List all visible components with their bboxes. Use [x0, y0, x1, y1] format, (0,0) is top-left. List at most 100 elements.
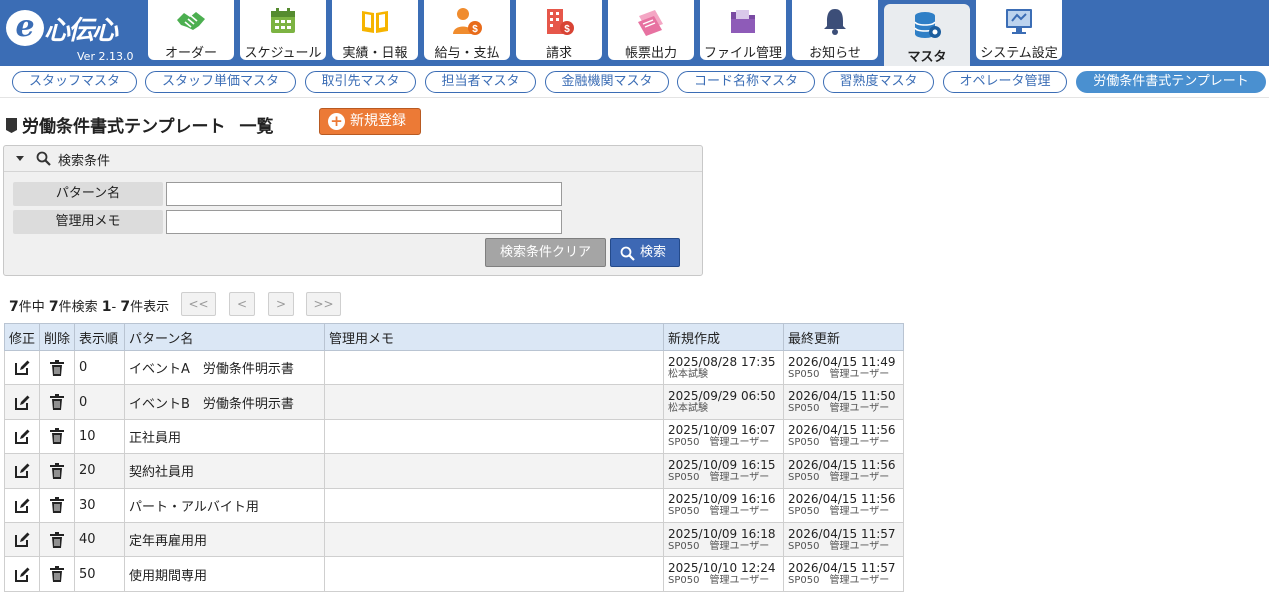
edit-button[interactable]: [4, 487, 40, 523]
created-by: SP050 管理ユーザー: [668, 575, 770, 587]
search-button-label: 検索: [640, 245, 667, 260]
edit-icon: [5, 463, 39, 479]
tab-label: 帳票出力: [624, 46, 677, 61]
row-memo: [324, 487, 664, 523]
updated-by: SP050 管理ユーザー: [788, 506, 890, 518]
row-memo: [324, 556, 664, 592]
tab-billing[interactable]: $ 請求: [516, 0, 602, 61]
tab-label: 請求: [545, 46, 572, 61]
app-logo[interactable]: e 心伝心 Ver 2.13.0: [4, 4, 144, 64]
pager-prev-button[interactable]: <: [229, 292, 255, 316]
tab-reports[interactable]: 帳票出力: [608, 0, 694, 61]
delete-button[interactable]: [39, 418, 75, 455]
col-updated[interactable]: 最終更新: [783, 323, 904, 351]
row-memo: [324, 521, 664, 558]
updated-by: SP050 管理ユーザー: [788, 368, 890, 380]
row-pattern-name: 定年再雇用用: [124, 521, 325, 558]
created-by: SP050 管理ユーザー: [668, 540, 770, 552]
search-panel-header[interactable]: 検索条件: [4, 146, 702, 172]
row-created: 2025/09/29 06:50 松本試験: [663, 384, 784, 420]
new-register-button[interactable]: + 新規登録: [319, 108, 421, 135]
tab-schedule[interactable]: スケジュール: [240, 0, 326, 61]
folder-icon: [731, 10, 755, 33]
delete-button[interactable]: [39, 384, 75, 420]
row-updated: 2026/04/15 11:57 SP050 管理ユーザー: [783, 521, 904, 558]
delete-button[interactable]: [39, 556, 75, 592]
bell-icon: [824, 9, 846, 35]
subnav-bank-master[interactable]: 金融機関マスタ: [545, 71, 669, 93]
tab-label: ファイル管理: [703, 46, 782, 61]
pager-next-button[interactable]: >: [268, 292, 294, 316]
edit-button[interactable]: [4, 521, 40, 558]
tab-order[interactable]: オーダー: [148, 0, 234, 61]
row-pattern-name: パート・アルバイト用: [124, 487, 325, 523]
subnav-contact-master[interactable]: 担当者マスタ: [425, 71, 536, 93]
delete-button[interactable]: [39, 349, 75, 386]
edit-button[interactable]: [4, 418, 40, 455]
tab-results[interactable]: 実績・日報: [332, 0, 418, 61]
tab-notices[interactable]: お知らせ: [792, 0, 878, 61]
edit-button[interactable]: [4, 556, 40, 592]
subnav-client-master[interactable]: 取引先マスタ: [305, 71, 416, 93]
edit-icon: [5, 395, 39, 410]
tab-master[interactable]: マスタ: [884, 4, 970, 70]
created-datetime: 2025/10/09 16:18: [668, 526, 776, 541]
tab-payroll[interactable]: $ 給与・支払: [424, 0, 510, 61]
subnav-operator[interactable]: オペレータ管理: [943, 71, 1067, 93]
table-header-row: 修正 削除 表示順 パターン名 管理用メモ 新規作成 最終更新: [4, 323, 904, 351]
row-created: 2025/10/10 12:24 SP050 管理ユーザー: [663, 556, 784, 592]
tab-system-settings[interactable]: システム設定: [976, 0, 1062, 61]
row-created: 2025/10/09 16:07 SP050 管理ユーザー: [663, 418, 784, 455]
edit-button[interactable]: [4, 453, 40, 489]
handshake-icon: [177, 12, 205, 30]
edit-button[interactable]: [4, 349, 40, 386]
pager-first-button[interactable]: <<: [181, 292, 216, 316]
updated-by: SP050 管理ユーザー: [788, 575, 890, 587]
updated-datetime: 2026/04/15 11:57: [788, 526, 896, 541]
row-updated: 2026/04/15 11:49 SP050 管理ユーザー: [783, 349, 904, 386]
updated-by: SP050 管理ユーザー: [788, 540, 890, 552]
edit-icon: [5, 532, 39, 548]
col-delete: 削除: [39, 323, 75, 351]
row-memo: [324, 384, 664, 420]
row-order: 0: [74, 384, 125, 420]
created-by: SP050 管理ユーザー: [668, 437, 770, 449]
pattern-name-input[interactable]: [166, 182, 562, 206]
memo-input[interactable]: [166, 210, 562, 234]
subnav-labor-template[interactable]: 労働条件書式テンプレート: [1076, 71, 1266, 93]
row-order: 20: [74, 453, 125, 489]
row-created: 2025/10/09 16:15 SP050 管理ユーザー: [663, 453, 784, 489]
clear-search-button[interactable]: 検索条件クリア: [485, 238, 606, 267]
edit-button[interactable]: [4, 384, 40, 420]
subnav-staff-master[interactable]: スタッフマスタ: [12, 71, 137, 93]
edit-icon: [5, 567, 39, 582]
pager-last-button[interactable]: >>: [306, 292, 341, 316]
logo-text: 心伝心: [44, 16, 118, 46]
trash-icon: [40, 394, 74, 411]
plus-icon: +: [328, 113, 345, 130]
template-table: 修正 削除 表示順 パターン名 管理用メモ 新規作成 最終更新 0 イベントA 労…: [4, 323, 904, 592]
app-header: e 心伝心 Ver 2.13.0 オーダー スケジュール 実績・日報 $ 給与・…: [0, 0, 1269, 70]
created-by: 松本試験: [668, 403, 708, 415]
delete-button[interactable]: [39, 521, 75, 558]
delete-button[interactable]: [39, 453, 75, 489]
col-created[interactable]: 新規作成: [663, 323, 784, 351]
tab-files[interactable]: ファイル管理: [700, 0, 786, 61]
col-pattern-name[interactable]: パターン名: [124, 323, 325, 351]
delete-button[interactable]: [39, 487, 75, 523]
subnav-code-master[interactable]: コード名称マスタ: [677, 71, 815, 93]
edit-icon: [5, 498, 39, 513]
search-button[interactable]: 検索: [610, 238, 680, 267]
subnav-skill-master[interactable]: 習熟度マスタ: [823, 71, 934, 93]
collapse-triangle-icon: [16, 156, 24, 161]
created-datetime: 2025/08/28 17:35: [668, 354, 776, 369]
logo-e-mark: e: [6, 10, 44, 46]
created-datetime: 2025/10/10 12:24: [668, 561, 776, 576]
tab-label: システム設定: [980, 46, 1058, 61]
trash-icon: [40, 428, 74, 445]
col-memo[interactable]: 管理用メモ: [324, 323, 664, 351]
row-memo: [324, 453, 664, 489]
subnav-staff-rate-master[interactable]: スタッフ単価マスタ: [145, 71, 296, 93]
database-gear-icon: [914, 12, 941, 38]
table-row: 0 イベントB 労働条件明示書 2025/09/29 06:50 松本試験 2026/0…: [4, 384, 904, 420]
